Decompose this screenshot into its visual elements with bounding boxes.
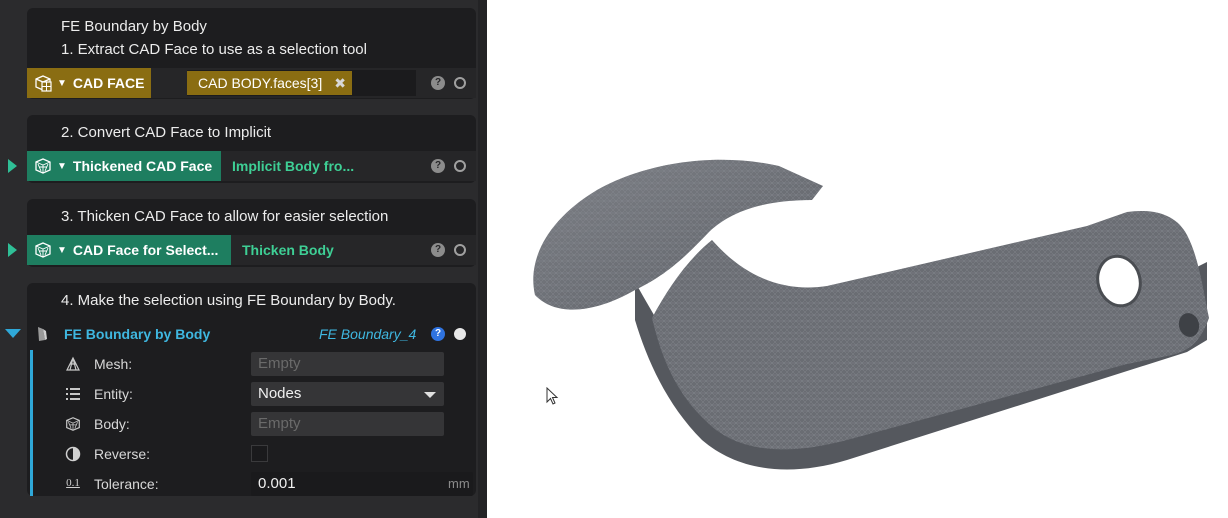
list-icon xyxy=(64,385,82,403)
help-icon[interactable]: ? xyxy=(431,327,445,341)
workflow-panel: FE Boundary by Body 1. Extract CAD Face … xyxy=(0,0,487,518)
step-2-note: 2. Convert CAD Face to Implicit xyxy=(61,124,272,141)
step-3-row: ▼ CAD Face for Select... Thicken Body ? xyxy=(27,235,476,265)
step-2-row: ▼ Thickened CAD Face Implicit Body fro..… xyxy=(27,151,476,181)
reverse-checkbox[interactable] xyxy=(251,445,268,462)
chevron-down-icon: ▼ xyxy=(57,160,67,172)
tolerance-unit: mm xyxy=(448,476,470,491)
chevron-down-icon: ▼ xyxy=(57,244,67,256)
step-1-note: 1. Extract CAD Face to use as a selectio… xyxy=(61,41,367,58)
value-tag[interactable]: CAD BODY.faces[3] ✖ xyxy=(187,71,352,95)
help-icon[interactable]: ? xyxy=(431,243,445,257)
chevron-down-icon xyxy=(424,392,436,398)
implicit-body-icon xyxy=(31,154,55,178)
mesh-label: Mesh: xyxy=(94,356,133,372)
implicit-body-icon xyxy=(31,238,55,262)
expand-arrow-icon[interactable] xyxy=(8,159,17,173)
workflow-title: FE Boundary by Body xyxy=(61,18,207,35)
status-icon[interactable] xyxy=(454,160,466,172)
chevron-down-icon: ▼ xyxy=(57,77,67,89)
step-4-note: 4. Make the selection using FE Boundary … xyxy=(61,292,396,309)
mesh-field[interactable]: Empty xyxy=(251,352,444,376)
body-field[interactable]: Empty xyxy=(251,412,444,436)
tolerance-value: 0.001 xyxy=(258,475,296,492)
thicken-body-link[interactable]: Thicken Body xyxy=(242,235,334,265)
cad-face-for-selection-label: CAD Face for Select... xyxy=(72,242,219,258)
3d-viewport[interactable] xyxy=(487,0,1228,518)
panel-splitter[interactable] xyxy=(478,0,487,518)
step-1-row: ▼ CAD FACE CAD BODY.faces[3] ✖ ? xyxy=(27,68,476,98)
help-icon[interactable]: ? xyxy=(431,159,445,173)
step-3-note: 3. Thicken CAD Face to allow for easier … xyxy=(61,208,389,225)
tolerance-label: Tolerance: xyxy=(94,476,159,492)
fe-boundary-node-label: FE Boundary by Body xyxy=(64,326,211,342)
entity-label: Entity: xyxy=(94,386,133,402)
value-tag-label: CAD BODY.faces[3] xyxy=(198,75,323,91)
body-label: Body: xyxy=(94,416,130,432)
thickened-cad-face-label: Thickened CAD Face xyxy=(72,158,213,174)
entity-select[interactable]: Nodes xyxy=(251,382,444,406)
close-icon[interactable]: ✖ xyxy=(334,75,346,92)
mouse-cursor-icon xyxy=(546,387,559,405)
cad-face-chip[interactable]: ▼ CAD FACE xyxy=(27,68,151,98)
expand-arrow-icon[interactable] xyxy=(8,243,17,257)
cad-face-for-selection-chip[interactable]: ▼ CAD Face for Select... xyxy=(27,235,231,265)
mesh-icon xyxy=(64,355,82,373)
help-icon[interactable]: ? xyxy=(431,76,445,90)
selection-bar xyxy=(30,350,33,496)
status-icon[interactable] xyxy=(454,77,466,89)
mesh-part-model xyxy=(533,159,1209,470)
contrast-icon xyxy=(64,445,82,463)
status-icon[interactable] xyxy=(454,244,466,256)
cad-face-icon xyxy=(31,71,55,95)
reverse-label: Reverse: xyxy=(94,446,151,462)
tolerance-input[interactable]: 0.001 mm xyxy=(251,472,473,496)
collapse-arrow-icon[interactable] xyxy=(5,329,21,338)
implicit-body-link[interactable]: Implicit Body fro... xyxy=(232,151,354,181)
fe-boundary-row[interactable]: FE Boundary by Body FE Boundary_4 ? xyxy=(27,319,476,349)
tolerance-icon: 0.1 xyxy=(66,477,80,489)
thickened-cad-face-chip[interactable]: ▼ Thickened CAD Face xyxy=(27,151,221,181)
output-name: FE Boundary_4 xyxy=(319,326,417,342)
body-icon xyxy=(64,415,82,433)
cad-face-chip-label: CAD FACE xyxy=(72,75,145,91)
boundary-icon xyxy=(33,325,51,343)
status-icon[interactable] xyxy=(454,328,466,340)
entity-value: Nodes xyxy=(258,385,302,402)
